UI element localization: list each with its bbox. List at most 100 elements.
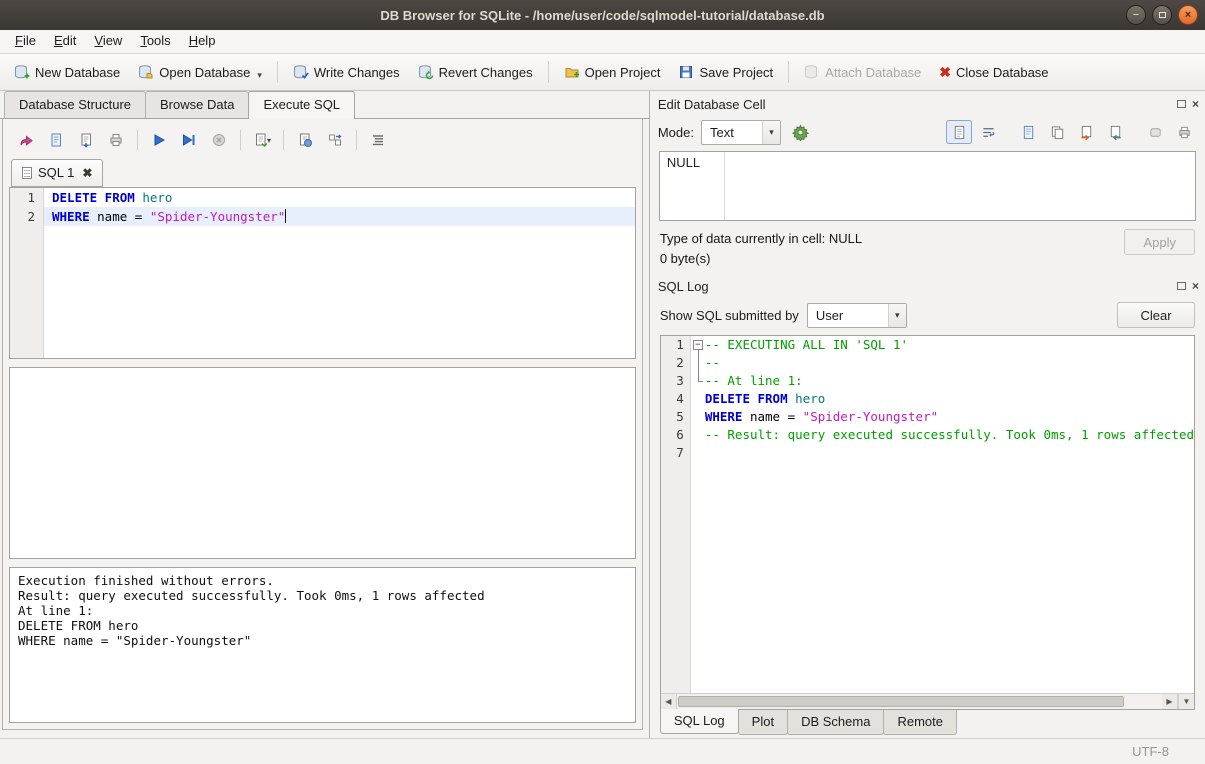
main-tabbar: Database Structure Browse Data Execute S… xyxy=(0,91,649,119)
import-cell-data-button[interactable] xyxy=(1073,120,1099,144)
new-database-button[interactable]: New Database xyxy=(6,60,128,84)
scrollbar-thumb[interactable] xyxy=(678,696,1124,707)
tab-db-schema[interactable]: DB Schema xyxy=(787,710,884,735)
close-panel-icon[interactable]: × xyxy=(1192,99,1199,109)
toolbar-separator xyxy=(548,61,549,83)
tab-database-structure[interactable]: Database Structure xyxy=(4,91,146,118)
text-document-icon xyxy=(952,125,967,140)
sql-log-pane: 1 2 3 4 5 6 7 − -- EXECUTING ALL I xyxy=(660,335,1195,710)
cell-editor-controls: Mode: Text ▾ xyxy=(650,115,1205,149)
float-panel-icon[interactable] xyxy=(1177,282,1186,290)
minimize-button[interactable]: − xyxy=(1126,5,1146,25)
export-cell-data-button[interactable] xyxy=(1102,120,1128,144)
scroll-right-icon[interactable]: ▶ xyxy=(1162,694,1178,709)
float-panel-icon[interactable] xyxy=(1177,100,1186,108)
text-mode-button[interactable] xyxy=(946,120,972,144)
open-cell-file-button[interactable] xyxy=(1015,120,1041,144)
menu-help[interactable]: Help xyxy=(180,30,225,53)
revert-changes-button[interactable]: Revert Changes xyxy=(410,60,541,84)
open-file-icon xyxy=(1021,125,1036,140)
set-null-button[interactable] xyxy=(1142,120,1168,144)
open-project-button[interactable]: Open Project xyxy=(556,60,669,84)
execute-current-line-icon xyxy=(181,132,197,148)
line-number: 2 xyxy=(10,207,44,226)
open-database-button[interactable]: Open Database ▾ xyxy=(130,60,270,85)
stop-execution-icon xyxy=(211,132,227,148)
print-sql-button[interactable] xyxy=(103,127,129,153)
open-sql-new-tab-icon xyxy=(18,132,34,148)
word-wrap-button[interactable] xyxy=(975,120,1001,144)
scroll-left-icon[interactable]: ◀ xyxy=(661,694,677,709)
sql-log-controls: Show SQL submitted by User ▾ Clear xyxy=(650,297,1205,333)
toolbar-separator xyxy=(356,130,357,150)
encoding-indicator: UTF-8 xyxy=(1132,744,1169,759)
cell-type-text: Type of data currently in cell: NULL xyxy=(660,229,862,249)
menu-tools[interactable]: Tools xyxy=(131,30,179,53)
sql-editor[interactable]: 1 DELETE FROM hero 2 WHERE name = "Spide… xyxy=(9,187,636,359)
save-results-view-button[interactable] xyxy=(292,127,318,153)
toolbar-separator xyxy=(277,61,278,83)
scroll-down-icon[interactable]: ▼ xyxy=(1178,694,1194,709)
window-title: DB Browser for SQLite - /home/user/code/… xyxy=(380,8,824,23)
dock-area: Edit Database Cell × Mode: Text ▾ xyxy=(649,91,1205,738)
close-panel-icon[interactable]: × xyxy=(1192,281,1199,291)
menu-file[interactable]: File xyxy=(6,30,45,53)
open-database-dropdown-icon[interactable]: ▾ xyxy=(257,64,262,81)
open-sql-new-tab-button[interactable] xyxy=(13,127,39,153)
menu-view[interactable]: View xyxy=(85,30,131,53)
log-line-numbers: 1 2 3 4 5 6 7 xyxy=(661,336,691,693)
toolbar-separator xyxy=(240,130,241,150)
log-filter-select[interactable]: User ▾ xyxy=(807,303,907,328)
sql-tab[interactable]: SQL 1 ✖ xyxy=(11,159,103,187)
format-sql-button[interactable] xyxy=(365,127,391,153)
export-icon xyxy=(1108,125,1123,140)
save-sql-file-button[interactable] xyxy=(73,127,99,153)
open-sql-file-button[interactable] xyxy=(43,127,69,153)
tab-sql-log[interactable]: SQL Log xyxy=(660,709,739,734)
message-line: DELETE FROM hero xyxy=(18,618,627,633)
minimize-icon: − xyxy=(1133,9,1139,21)
save-project-button[interactable]: Save Project xyxy=(670,60,781,84)
auto-detect-format-button[interactable] xyxy=(788,119,814,145)
main-area: Database Structure Browse Data Execute S… xyxy=(0,91,649,738)
execute-current-line-button[interactable] xyxy=(176,127,202,153)
menu-edit[interactable]: Edit xyxy=(45,30,85,53)
write-changes-button[interactable]: Write Changes xyxy=(285,60,408,84)
apply-button[interactable]: Apply xyxy=(1124,229,1195,255)
clear-log-button[interactable]: Clear xyxy=(1117,302,1195,328)
tab-execute-sql[interactable]: Execute SQL xyxy=(248,91,355,119)
close-window-button[interactable]: × xyxy=(1178,5,1198,25)
new-database-icon xyxy=(14,64,30,80)
attach-database-button[interactable]: Attach Database xyxy=(796,60,929,84)
query-results-pane[interactable] xyxy=(9,367,636,559)
mode-select[interactable]: Text ▾ xyxy=(701,120,781,145)
execute-all-button[interactable] xyxy=(146,127,172,153)
sql-tabbar: SQL 1 ✖ xyxy=(9,155,636,187)
editor-line-current: 2 WHERE name = "Spider-Youngster" xyxy=(10,207,635,226)
text-cursor xyxy=(285,209,286,223)
cell-value-editor[interactable]: NULL xyxy=(659,151,1196,221)
copy-icon xyxy=(1050,125,1065,140)
format-sql-icon xyxy=(370,132,386,148)
tab-browse-data[interactable]: Browse Data xyxy=(145,91,249,118)
tab-plot[interactable]: Plot xyxy=(738,710,788,735)
log-horizontal-scrollbar[interactable]: ◀ ▶ ▼ xyxy=(661,693,1194,709)
open-database-icon xyxy=(138,64,154,80)
set-null-icon xyxy=(1148,125,1163,140)
close-database-button[interactable]: ✖ Close Database xyxy=(931,61,1056,84)
print-cell-button[interactable] xyxy=(1171,120,1197,144)
copy-cell-button[interactable] xyxy=(1044,120,1070,144)
find-replace-button[interactable] xyxy=(322,127,348,153)
tab-remote[interactable]: Remote xyxy=(883,710,957,735)
fold-toggle-icon[interactable]: − xyxy=(693,340,703,350)
execution-message-pane[interactable]: Execution finished without errors. Resul… xyxy=(9,567,636,723)
editor-line: 1 DELETE FROM hero xyxy=(10,188,635,207)
sql-tab-close-icon[interactable]: ✖ xyxy=(82,166,92,180)
toolbar-separator xyxy=(788,61,789,83)
export-results-button[interactable]: ▾ xyxy=(249,127,275,153)
message-line: Execution finished without errors. xyxy=(18,573,627,588)
close-icon: × xyxy=(1185,9,1191,21)
message-line: At line 1: xyxy=(18,603,627,618)
stop-execution-button[interactable] xyxy=(206,127,232,153)
maximize-button[interactable] xyxy=(1152,5,1172,25)
